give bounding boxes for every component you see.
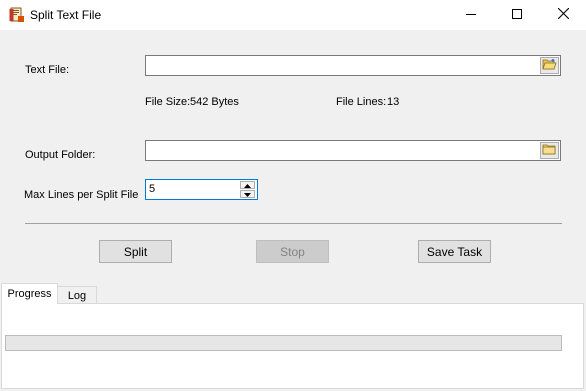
max-lines-spinner[interactable]: 5 [145, 179, 258, 200]
max-lines-value: 5 [149, 183, 156, 195]
maximize-icon [512, 8, 522, 22]
browse-folder-button[interactable] [540, 142, 559, 159]
minimize-icon [466, 9, 476, 22]
output-folder-input[interactable] [145, 140, 561, 161]
minimize-button[interactable] [448, 0, 494, 30]
open-folder-icon [542, 58, 557, 73]
max-lines-label: Max Lines per Split File [24, 189, 139, 201]
split-button[interactable]: Split [99, 240, 172, 263]
progress-bar [5, 335, 562, 351]
tab-progress[interactable]: Progress [1, 283, 58, 304]
title-bar: Split Text File [0, 0, 586, 30]
save-task-button[interactable]: Save Task [418, 240, 491, 263]
separator [25, 223, 562, 224]
text-file-label: Text File: [25, 64, 70, 76]
output-folder-label: Output Folder: [25, 149, 96, 161]
document-scissors-icon [9, 7, 25, 23]
text-file-input[interactable] [145, 55, 561, 76]
spinner-arrows [240, 181, 255, 198]
spinner-down-button[interactable] [240, 190, 255, 198]
browse-file-button[interactable] [540, 57, 559, 74]
file-size-label: File Size: [145, 96, 191, 108]
tab-log[interactable]: Log [57, 286, 97, 304]
close-button[interactable] [540, 0, 586, 30]
window-title: Split Text File [30, 8, 102, 22]
maximize-button[interactable] [494, 0, 540, 30]
file-size-value: 542 Bytes [190, 96, 239, 108]
close-icon [557, 7, 569, 22]
file-lines-value: 13 [387, 96, 400, 108]
file-lines-label: File Lines: [336, 96, 387, 108]
folder-icon [542, 143, 557, 158]
arrow-down-icon [244, 188, 251, 200]
stop-button[interactable]: Stop [256, 240, 329, 263]
